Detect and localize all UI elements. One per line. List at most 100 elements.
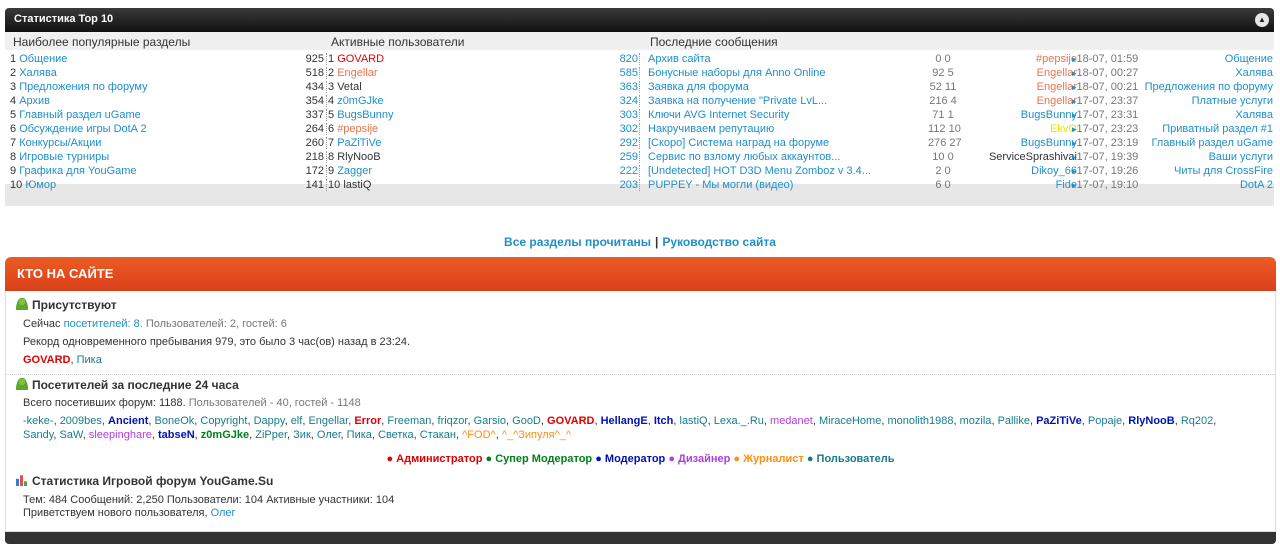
mark-all-read-link[interactable]: Все разделы прочитаны <box>504 235 651 249</box>
active-user-link[interactable]: RlyNooB <box>337 151 380 163</box>
visitor-user-link[interactable]: Dappy <box>254 415 285 427</box>
visitor-user-link[interactable]: ZiPper <box>255 429 287 441</box>
active-user-link[interactable]: Zagger <box>337 165 372 177</box>
column-separator <box>326 151 327 163</box>
visitor-user-link[interactable]: RlyNooB <box>1128 415 1174 427</box>
topic-forum-link[interactable]: Общение <box>1225 52 1273 66</box>
visitor-user-link[interactable]: Garsio <box>474 415 506 427</box>
online-user-link[interactable]: GOVARD <box>23 354 70 366</box>
visitor-user-link[interactable]: HellangE <box>601 415 648 427</box>
active-user-link[interactable]: Engellar <box>337 67 377 79</box>
visitor-user-link[interactable]: Светка <box>378 429 414 441</box>
popular-section-link[interactable]: Конкурсы/Акции <box>19 137 101 149</box>
visitor-user-link[interactable]: Rq202 <box>1181 415 1213 427</box>
visitor-user-link[interactable]: -keke- <box>23 415 54 427</box>
visitor-user-link[interactable]: MiraceHome <box>819 415 881 427</box>
last-poster-link[interactable]: Engellar <box>1037 94 1077 108</box>
visitor-user-link[interactable]: GOVARD <box>547 415 594 427</box>
visitor-user-link[interactable]: monolith1988 <box>887 415 953 427</box>
active-user-link[interactable]: z0mGJke <box>337 95 383 107</box>
visitor-user-link[interactable]: Sandy <box>23 429 53 441</box>
visitor-user-link[interactable]: Itch <box>654 415 674 427</box>
latest-topic-link[interactable]: Заявка на получение "Private LvL... <box>648 94 827 108</box>
topic-forum-link[interactable]: Халява <box>1235 66 1273 80</box>
latest-topic-link[interactable]: Сервис по взлому любых аккаунтов... <box>648 150 840 164</box>
active-user-link[interactable]: PaZiTiVe <box>337 137 381 149</box>
visitor-user-link[interactable]: elf <box>291 415 303 427</box>
online-visitors-link[interactable]: посетителей: 8. <box>64 318 143 330</box>
visitor-user-link[interactable]: Pallike <box>998 415 1030 427</box>
last-poster-link[interactable]: BugsBunny <box>1021 136 1077 150</box>
active-user-link[interactable]: #pepsije <box>337 123 378 135</box>
visitor-user-link[interactable]: friqzor <box>438 415 468 427</box>
latest-topic-link[interactable]: Бонусные наборы для Anno Online <box>648 66 826 80</box>
popular-section-link[interactable]: Главный раздел uGame <box>19 109 141 121</box>
visitor-user-link[interactable]: medanet <box>770 415 813 427</box>
visitor-user-link[interactable]: BoneOk <box>155 415 195 427</box>
active-user-link[interactable]: Vetal <box>337 81 361 93</box>
visitor-user-link[interactable]: Lexa._.Ru <box>714 415 764 427</box>
latest-topic-link[interactable]: [Undetected] HOT D3D Menu Zomboz v 3.4..… <box>648 164 871 178</box>
visitor-user-link[interactable]: Зик <box>293 429 311 441</box>
latest-topic-link[interactable]: PUPPEY - Мы могли (видео) <box>648 178 793 192</box>
popular-section-link[interactable]: Игровые турниры <box>19 151 109 163</box>
topic-forum-link[interactable]: Главный раздел uGame <box>1151 136 1273 150</box>
popular-section-link[interactable]: Обсуждение игры DotA 2 <box>19 123 146 135</box>
latest-topic-link[interactable]: Архив сайта <box>648 52 711 66</box>
last-poster-link[interactable]: Engellar <box>1037 66 1077 80</box>
latest-topic-link[interactable]: [Скоро] Система наград на форуме <box>648 136 829 150</box>
popular-section-link[interactable]: Предложения по форуму <box>19 81 147 93</box>
visitor-user-link[interactable]: Стакан <box>420 429 456 441</box>
visitor-user-link[interactable]: Error <box>354 415 381 427</box>
popular-section-link[interactable]: Графика для YouGame <box>19 165 136 177</box>
visitor-user-link[interactable]: Пика <box>347 429 372 441</box>
visitor-user-link[interactable]: Олег <box>317 429 341 441</box>
active-user-link[interactable]: GOVARD <box>337 53 384 65</box>
online-user-link[interactable]: Пика <box>77 354 102 366</box>
topic-forum-link[interactable]: Предложения по форуму <box>1145 80 1273 94</box>
last-poster-link[interactable]: Engellar <box>1037 80 1077 94</box>
rank-number: 10 <box>328 179 341 191</box>
active-user-link[interactable]: BugsBunny <box>337 109 393 121</box>
visitor-user-link[interactable]: z0mGJke <box>201 429 249 441</box>
last-poster-link[interactable]: Dikoy_66 <box>1031 164 1077 178</box>
visitor-user-link[interactable]: Freeman <box>387 415 431 427</box>
visitor-user-link[interactable]: Engellar <box>308 415 348 427</box>
visitor-user-link[interactable]: Popaje <box>1088 415 1122 427</box>
collapse-icon[interactable]: ▲ <box>1255 13 1269 27</box>
visitor-user-link[interactable]: mozila <box>960 415 992 427</box>
visitor-user-link[interactable]: 2009bes <box>60 415 102 427</box>
popular-section-link[interactable]: Архив <box>19 95 50 107</box>
popular-section-link[interactable]: Юмор <box>25 179 56 191</box>
topic-forum-link[interactable]: DotA 2 <box>1240 178 1273 192</box>
popular-section-link[interactable]: Общение <box>19 53 67 65</box>
visitor-user-link[interactable]: SaW <box>60 429 83 441</box>
last-poster-link[interactable]: ServiceSprashivai <box>989 150 1077 164</box>
visitor-user-link[interactable]: ^FOD^ <box>462 429 496 441</box>
visitor-user-link[interactable]: tabseN <box>158 429 195 441</box>
site-guide-link[interactable]: Руководство сайта <box>662 235 776 249</box>
visitor-user-link[interactable]: Ancient <box>108 415 148 427</box>
topic-forum-link[interactable]: Ваши услуги <box>1209 150 1273 164</box>
topic-forum-link[interactable]: Читы для CrossFire <box>1174 164 1273 178</box>
visitor-user-link[interactable]: GooD <box>512 415 541 427</box>
visitor-user-link[interactable]: Copyright <box>200 415 247 427</box>
latest-topic-link[interactable]: Заявка для форума <box>648 80 749 94</box>
visitor-user-link[interactable]: ^_^Зипуля^_^ <box>502 429 571 441</box>
newest-user-link[interactable]: Олег <box>211 507 236 519</box>
visitor-user-link[interactable]: PaZiTiVe <box>1036 415 1082 427</box>
user-post-count: 585 <box>619 67 638 79</box>
latest-topic-link[interactable]: Ключи AVG Internet Security <box>648 108 789 122</box>
topic-forum-link[interactable]: Платные услуги <box>1192 94 1273 108</box>
last-poster-link[interactable]: BugsBunny <box>1021 108 1077 122</box>
latest-topic-link[interactable]: Накручиваем репутацию <box>648 122 774 136</box>
topic-forum-link[interactable]: Приватный раздел #1 <box>1162 122 1273 136</box>
last-poster-link[interactable]: #pepsije <box>1036 52 1077 66</box>
whos-online-title: КТО НА САЙТЕ <box>5 257 1276 291</box>
topic-forum-link[interactable]: Халява <box>1235 108 1273 122</box>
post-date: 18-07, 01:59 <box>1072 52 1139 66</box>
visitor-user-link[interactable]: lastiQ <box>680 415 708 427</box>
visitor-user-link[interactable]: sleepinghare <box>89 429 152 441</box>
active-user-link[interactable]: lastiQ <box>343 179 371 191</box>
popular-section-link[interactable]: Халява <box>19 67 57 79</box>
